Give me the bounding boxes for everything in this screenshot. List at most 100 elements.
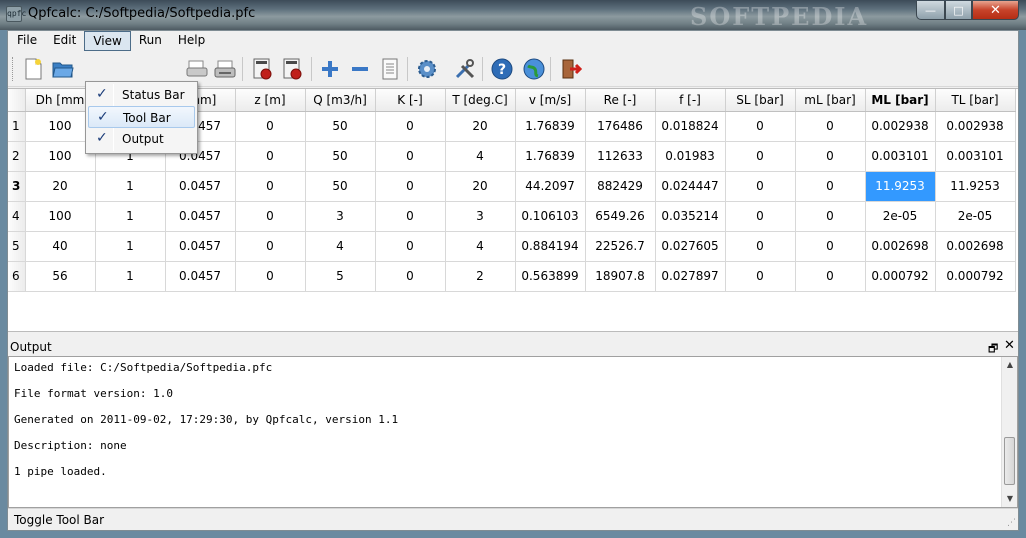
table-cell[interactable]: 2e-05 (865, 201, 936, 232)
table-cell[interactable]: 0 (235, 261, 306, 292)
column-header[interactable]: f [-] (655, 89, 726, 112)
table-cell[interactable]: 112633 (585, 141, 656, 172)
table-cell[interactable]: 2 (445, 261, 516, 292)
table-cell[interactable]: 6549.26 (585, 201, 656, 232)
table-cell[interactable]: 5 (305, 261, 376, 292)
column-header[interactable]: ML [bar] (865, 89, 936, 112)
table-cell[interactable]: 2e-05 (935, 201, 1016, 232)
table-cell[interactable]: 0 (235, 141, 306, 172)
column-header[interactable]: Re [-] (585, 89, 656, 112)
export-image-icon[interactable] (280, 56, 306, 82)
table-cell[interactable]: 0.027897 (655, 261, 726, 292)
table-cell[interactable]: 0.002698 (935, 231, 1016, 262)
scroll-up-icon[interactable]: ▲ (1002, 357, 1018, 373)
scroll-down-icon[interactable]: ▼ (1002, 491, 1018, 507)
table-cell[interactable]: 20 (445, 171, 516, 202)
column-header[interactable]: v [m/s] (515, 89, 586, 112)
close-icon[interactable]: ✕ (1004, 338, 1015, 353)
table-cell[interactable]: 44.2097 (515, 171, 586, 202)
size-grip[interactable]: ⋰ (1007, 518, 1016, 528)
table-cell[interactable]: 0 (795, 231, 866, 262)
tools-icon[interactable] (452, 56, 478, 82)
column-header[interactable]: K [-] (375, 89, 446, 112)
table-corner[interactable] (8, 89, 26, 112)
output-dock-titlebar[interactable]: Output 🗗 ✕ (8, 338, 1018, 356)
settings-icon[interactable] (414, 56, 440, 82)
table-cell[interactable]: 0.027605 (655, 231, 726, 262)
menu-item-tool-bar[interactable]: ✓ Tool Bar (88, 106, 195, 128)
table-cell[interactable]: 3 (305, 201, 376, 232)
exit-icon[interactable] (558, 56, 584, 82)
table-cell[interactable]: 0.0457 (165, 231, 236, 262)
table-cell[interactable]: 0 (725, 171, 796, 202)
menu-item-output[interactable]: ✓ Output (88, 128, 195, 150)
table-cell[interactable]: 0 (235, 171, 306, 202)
table-cell[interactable]: 1 (95, 171, 166, 202)
column-header[interactable]: Q [m3/h] (305, 89, 376, 112)
table-cell[interactable]: 0.106103 (515, 201, 586, 232)
table-cell[interactable]: 20 (445, 111, 516, 142)
table-cell[interactable]: 0.0457 (165, 261, 236, 292)
table-cell[interactable]: 0 (725, 141, 796, 172)
menu-help[interactable]: Help (170, 31, 213, 51)
table-cell[interactable]: 0 (235, 111, 306, 142)
print-preview-icon[interactable] (184, 56, 210, 82)
help-icon[interactable]: ? (489, 56, 515, 82)
row-header[interactable]: 5 (8, 231, 26, 262)
table-cell[interactable]: 0.000792 (865, 261, 936, 292)
table-cell[interactable]: 0 (795, 141, 866, 172)
add-row-icon[interactable] (317, 56, 343, 82)
row-header[interactable]: 2 (8, 141, 26, 172)
table-cell[interactable]: 4 (445, 231, 516, 262)
column-header[interactable]: SL [bar] (725, 89, 796, 112)
table-cell[interactable]: 176486 (585, 111, 656, 142)
row-header[interactable]: 3 (8, 171, 26, 202)
table-row[interactable]: 3 20 1 0.0457 0 50 0 20 44.2097 882429 0.024447 0 0 1… (8, 171, 1016, 202)
table-cell[interactable]: 0 (235, 201, 306, 232)
menu-run[interactable]: Run (131, 31, 170, 51)
table-cell[interactable]: 0 (375, 141, 446, 172)
print-icon[interactable] (212, 56, 238, 82)
table-cell[interactable]: 0 (375, 111, 446, 142)
table-cell[interactable]: 1.76839 (515, 141, 586, 172)
table-cell[interactable]: 0.000792 (935, 261, 1016, 292)
table-cell[interactable]: 1.76839 (515, 111, 586, 142)
table-cell[interactable]: 0 (375, 261, 446, 292)
table-cell[interactable]: 0 (725, 201, 796, 232)
table-cell[interactable]: 0 (375, 231, 446, 262)
menu-item-status-bar[interactable]: ✓ Status Bar (88, 84, 195, 106)
table-row[interactable]: 4 100 1 0.0457 0 3 0 3 0.106103 6549.26 0.035214 0 0… (8, 201, 1016, 232)
table-cell[interactable]: 11.9253 (865, 171, 936, 202)
table-cell[interactable]: 18907.8 (585, 261, 656, 292)
table-cell[interactable]: 882429 (585, 171, 656, 202)
table-cell[interactable]: 3 (445, 201, 516, 232)
table-cell[interactable]: 4 (445, 141, 516, 172)
table-cell[interactable]: 56 (25, 261, 96, 292)
table-row[interactable]: 5 40 1 0.0457 0 4 0 4 0.884194 22526.7 0.027605 0 0 0… (8, 231, 1016, 262)
web-icon[interactable] (521, 56, 547, 82)
table-cell[interactable]: 0.002938 (865, 111, 936, 142)
notes-icon[interactable] (377, 56, 403, 82)
table-cell[interactable]: 0.0457 (165, 171, 236, 202)
table-cell[interactable]: 4 (305, 231, 376, 262)
table-cell[interactable]: 50 (305, 141, 376, 172)
column-header[interactable]: T [deg.C] (445, 89, 516, 112)
table-cell[interactable]: 0 (795, 261, 866, 292)
table-cell[interactable]: 0 (235, 231, 306, 262)
table-cell[interactable]: 20 (25, 171, 96, 202)
table-cell[interactable]: 0.01983 (655, 141, 726, 172)
table-row[interactable]: 6 56 1 0.0457 0 5 0 2 0.563899 18907.8 0.027897 0 0 0… (8, 261, 1016, 292)
table-cell[interactable]: 0 (375, 171, 446, 202)
table-cell[interactable]: 50 (305, 171, 376, 202)
row-header[interactable]: 6 (8, 261, 26, 292)
close-window-button[interactable]: ✕ (972, 1, 1019, 20)
table-cell[interactable]: 50 (305, 111, 376, 142)
table-cell[interactable]: 1 (95, 261, 166, 292)
column-header[interactable]: TL [bar] (935, 89, 1016, 112)
table-cell[interactable]: 22526.7 (585, 231, 656, 262)
toolbar-grip[interactable] (12, 57, 15, 81)
table-cell[interactable]: 0 (725, 231, 796, 262)
new-icon[interactable] (20, 56, 46, 82)
table-cell[interactable]: 0 (795, 201, 866, 232)
table-cell[interactable]: 1 (95, 201, 166, 232)
